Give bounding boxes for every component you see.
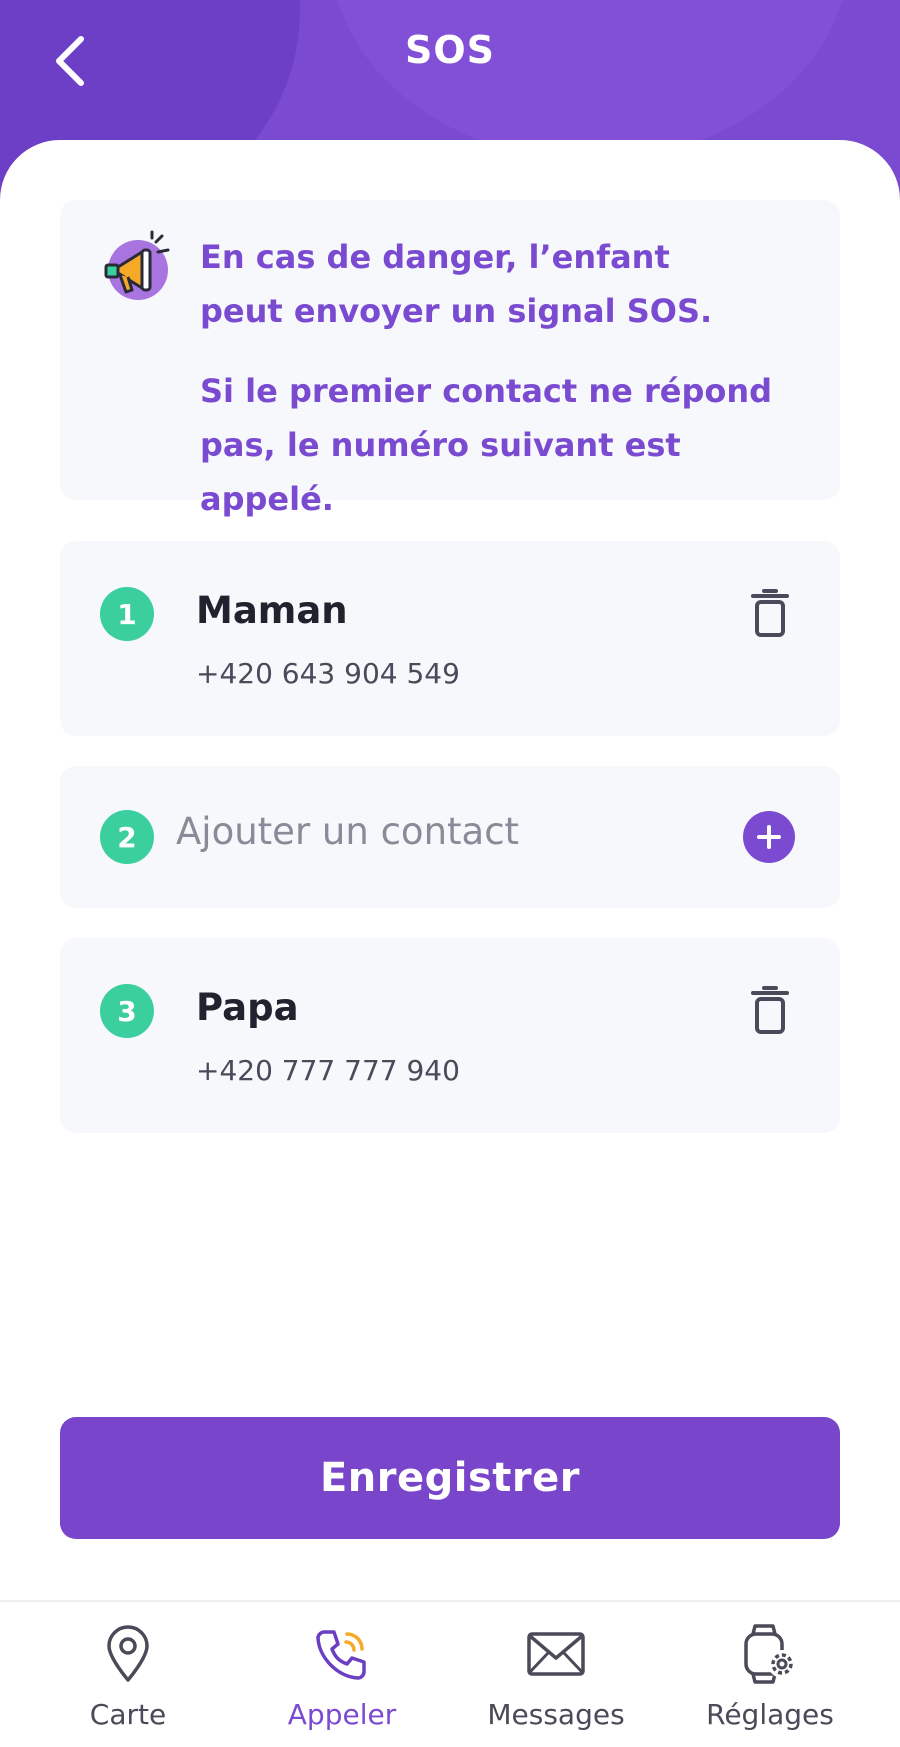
megaphone-icon bbox=[104, 230, 170, 300]
header-decoration bbox=[330, 0, 850, 160]
watch-settings-icon bbox=[744, 1624, 796, 1684]
bottom-tab-bar: Carte Appeler Messages Réglages bbox=[0, 1600, 900, 1747]
contact-card[interactable]: 3 Papa +420 777 777 940 bbox=[60, 938, 840, 1133]
contact-name: Papa bbox=[196, 986, 299, 1029]
phone-call-icon bbox=[316, 1630, 366, 1680]
tab-label: Appeler bbox=[287, 1698, 397, 1731]
contact-number-badge: 1 bbox=[100, 587, 154, 641]
add-contact-card[interactable]: 2 Ajouter un contact bbox=[60, 766, 840, 908]
envelope-icon bbox=[527, 1632, 585, 1676]
delete-contact-button[interactable] bbox=[740, 980, 800, 1040]
contact-phone: +420 643 904 549 bbox=[196, 657, 460, 690]
tab-carte[interactable]: Carte bbox=[28, 1616, 228, 1741]
save-button[interactable]: Enregistrer bbox=[60, 1417, 840, 1539]
info-text-line: Si le premier contact ne répond bbox=[200, 372, 773, 410]
contact-number-badge: 3 bbox=[100, 984, 154, 1038]
add-contact-button[interactable] bbox=[743, 811, 795, 863]
tab-appeler[interactable]: Appeler bbox=[242, 1616, 442, 1741]
info-text-line: peut envoyer un signal SOS. bbox=[200, 292, 713, 330]
plus-icon bbox=[757, 825, 781, 849]
add-contact-label: Ajouter un contact bbox=[176, 810, 520, 853]
contact-number-badge: 2 bbox=[100, 810, 154, 864]
map-pin-icon bbox=[107, 1625, 149, 1682]
contact-card[interactable]: 1 Maman +420 643 904 549 bbox=[60, 541, 840, 736]
tab-messages[interactable]: Messages bbox=[456, 1616, 656, 1741]
trash-icon bbox=[751, 986, 789, 1034]
info-text-line: pas, le numéro suivant est appelé. bbox=[200, 426, 681, 518]
info-box: En cas de danger, l’enfant peut envoyer u… bbox=[60, 200, 840, 518]
trash-icon bbox=[751, 589, 789, 637]
delete-contact-button[interactable] bbox=[740, 583, 800, 643]
info-text-line: En cas de danger, l’enfant bbox=[200, 238, 670, 276]
contact-name: Maman bbox=[196, 589, 348, 632]
contact-phone: +420 777 777 940 bbox=[196, 1054, 460, 1087]
tab-label: Carte bbox=[89, 1698, 167, 1731]
page-title: SOS bbox=[404, 28, 496, 72]
tab-reglages[interactable]: Réglages bbox=[670, 1616, 870, 1741]
tab-label: Réglages bbox=[706, 1698, 834, 1731]
tab-label: Messages bbox=[487, 1698, 625, 1731]
